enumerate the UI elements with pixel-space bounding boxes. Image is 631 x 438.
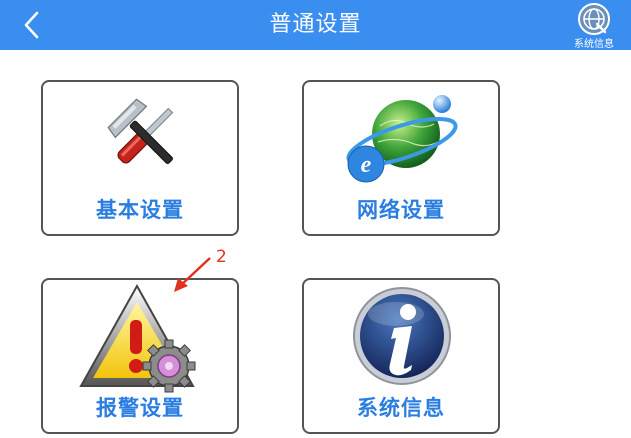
annotation-arrow-icon — [174, 257, 211, 292]
alarm-warning-icon — [79, 283, 196, 393]
annotation-number: 2 — [216, 247, 227, 267]
system-info-label: 系统信息 — [574, 39, 614, 50]
alarm-settings-card[interactable]: 报警设置 — [41, 278, 239, 434]
tools-icon — [107, 98, 174, 164]
basic-settings-card[interactable]: 基本设置 — [41, 80, 239, 236]
system-info-button[interactable]: 系统信息 — [564, 2, 624, 50]
svg-text:e: e — [361, 152, 372, 178]
header-bar: 普通设置 系统信息 — [0, 0, 631, 50]
system-info-card[interactable]: 系统信息 — [302, 278, 500, 434]
network-settings-card[interactable]: e 网络设置 — [302, 80, 500, 236]
system-info-card-label: 系统信息 — [357, 396, 445, 420]
network-settings-label: 网络设置 — [357, 198, 445, 222]
info-icon — [353, 287, 451, 385]
page-title: 普通设置 — [269, 12, 362, 37]
basic-settings-label: 基本设置 — [96, 198, 184, 222]
alarm-settings-label: 报警设置 — [96, 396, 184, 420]
internet-globe-icon: e — [346, 95, 458, 183]
globe-icon — [578, 3, 610, 35]
